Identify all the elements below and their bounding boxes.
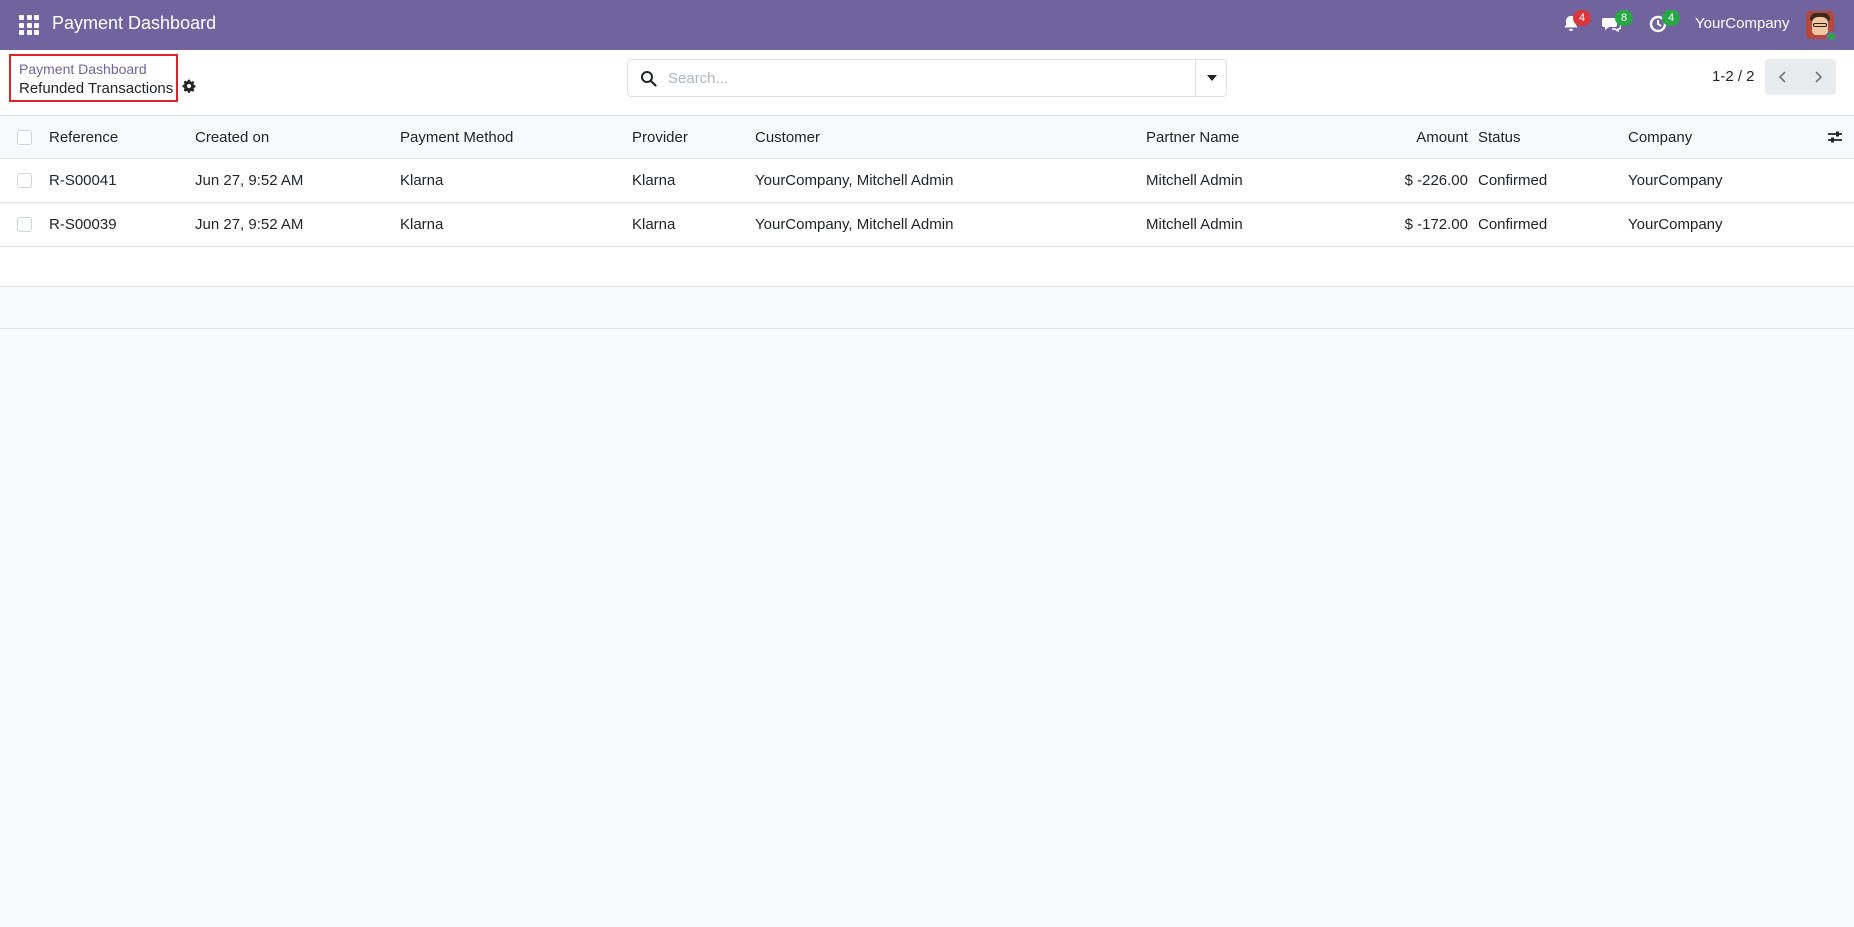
bell-icon[interactable]: 4	[1561, 10, 1591, 36]
cell-created-on: Jun 27, 9:52 AM	[195, 172, 304, 189]
column-header-partner-name[interactable]: Partner Name	[1146, 116, 1239, 158]
table-header-row: Reference Created on Payment Method Prov…	[0, 116, 1854, 159]
chevron-right-icon	[1815, 71, 1823, 83]
cell-customer: YourCompany, Mitchell Admin	[755, 216, 954, 233]
company-switcher[interactable]: YourCompany	[1695, 15, 1790, 32]
control-panel: Payment Dashboard Refunded Transactions …	[0, 50, 1854, 116]
cell-status: Confirmed	[1478, 216, 1548, 233]
select-all-checkbox[interactable]	[17, 129, 32, 145]
cell-amount: $ -172.00	[1404, 216, 1468, 233]
table-row[interactable]: R-S00041 Jun 27, 9:52 AM Klarna Klarna Y…	[0, 159, 1854, 203]
column-header-company[interactable]: Company	[1628, 116, 1692, 158]
chevron-left-icon	[1778, 71, 1786, 83]
apps-menu-icon[interactable]	[19, 15, 39, 35]
cell-customer: YourCompany, Mitchell Admin	[755, 172, 954, 189]
cell-reference: R-S00041	[49, 172, 117, 189]
transactions-table: Reference Created on Payment Method Prov…	[0, 116, 1854, 329]
app-title[interactable]: Payment Dashboard	[52, 13, 216, 34]
cell-company: YourCompany	[1628, 172, 1723, 189]
breadcrumb-current: Refunded Transactions	[19, 80, 174, 97]
select-all-cell	[17, 116, 32, 158]
cell-amount: $ -226.00	[1404, 172, 1468, 189]
cell-payment-method: Klarna	[400, 172, 444, 189]
cell-payment-method: Klarna	[400, 216, 444, 233]
table-row[interactable]: R-S00039 Jun 27, 9:52 AM Klarna Klarna Y…	[0, 203, 1854, 247]
search-options-toggle[interactable]	[1195, 60, 1227, 96]
cell-provider: Klarna	[632, 172, 676, 189]
message-count-badge: 8	[1615, 10, 1633, 26]
pager-value[interactable]: 1-2 / 2	[1712, 68, 1755, 85]
cell-company: YourCompany	[1628, 216, 1723, 233]
search-input[interactable]	[668, 61, 1188, 95]
breadcrumb-parent-link[interactable]: Payment Dashboard	[19, 61, 147, 77]
caret-down-icon	[1206, 75, 1217, 81]
cell-created-on: Jun 27, 9:52 AM	[195, 216, 304, 233]
cell-partner-name: Mitchell Admin	[1146, 216, 1243, 233]
column-header-status[interactable]: Status	[1478, 116, 1521, 158]
cell-reference: R-S00039	[49, 216, 117, 233]
table-empty-row	[0, 247, 1854, 287]
pager-next-button[interactable]	[1800, 59, 1836, 95]
cell-status: Confirmed	[1478, 172, 1548, 189]
presence-status-dot	[1826, 31, 1837, 42]
search-icon	[640, 70, 657, 87]
activity-count-badge: 4	[1662, 10, 1680, 26]
column-header-payment-method[interactable]: Payment Method	[400, 116, 513, 158]
column-header-created-on[interactable]: Created on	[195, 116, 269, 158]
table-footer-row	[0, 287, 1854, 329]
cell-partner-name: Mitchell Admin	[1146, 172, 1243, 189]
chat-icon[interactable]: 8	[1601, 10, 1633, 36]
column-header-amount[interactable]: Amount	[1320, 116, 1468, 158]
gear-icon[interactable]	[182, 79, 196, 93]
column-header-customer[interactable]: Customer	[755, 116, 820, 158]
notification-count-badge: 4	[1573, 10, 1591, 26]
search-bar	[627, 59, 1227, 97]
row-checkbox[interactable]	[17, 173, 32, 188]
pager-previous-button[interactable]	[1765, 59, 1801, 95]
cell-provider: Klarna	[632, 216, 676, 233]
column-header-reference[interactable]: Reference	[49, 116, 118, 158]
clock-icon[interactable]: 4	[1648, 10, 1680, 36]
top-navbar: Payment Dashboard 4 8 4 YourCompany	[0, 0, 1854, 50]
row-checkbox[interactable]	[17, 217, 32, 232]
column-header-provider[interactable]: Provider	[632, 116, 688, 158]
optional-columns-icon[interactable]	[1826, 128, 1844, 146]
breadcrumb: Payment Dashboard Refunded Transactions	[9, 54, 178, 102]
